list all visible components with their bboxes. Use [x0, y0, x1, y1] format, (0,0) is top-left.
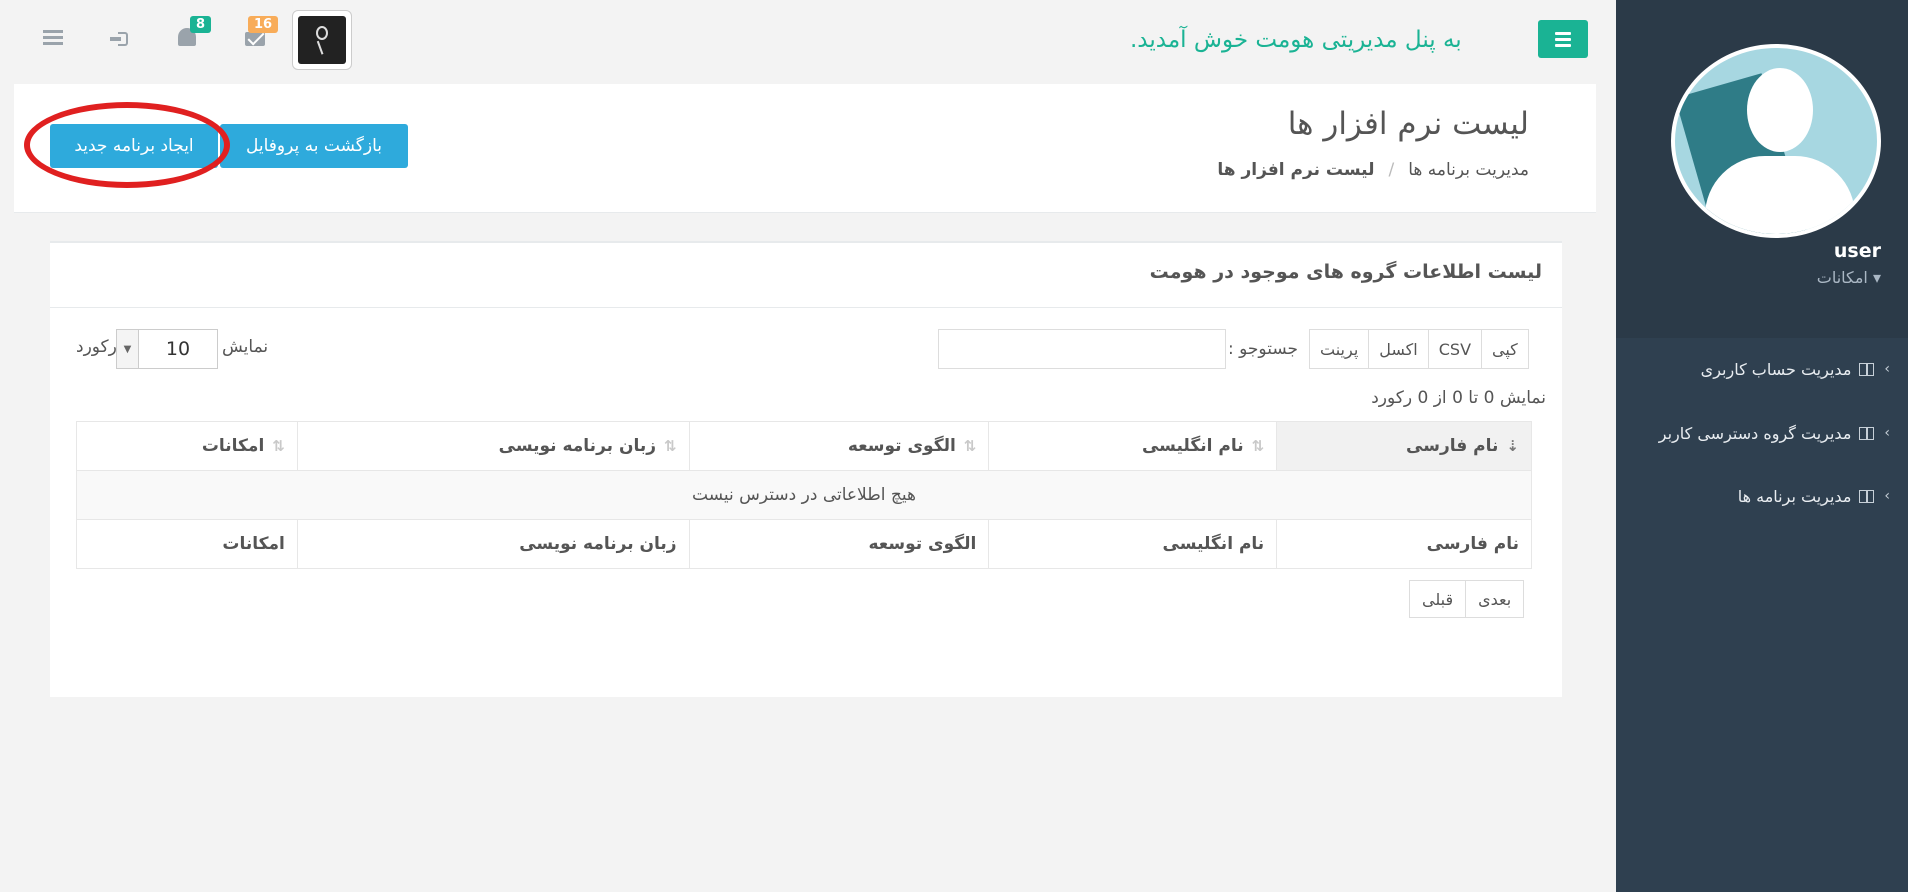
- table-info: نمایش 0 تا 0 از 0 رکورد: [1371, 388, 1546, 408]
- sidebar-item-label: مدیریت گروه دسترسی کاربر: [1658, 423, 1852, 443]
- records-label: رکورد: [76, 337, 117, 357]
- copy-button[interactable]: کپی: [1481, 329, 1529, 369]
- content-box: لیست اطلاعات گروه های موجود در هومت کپی …: [50, 241, 1562, 697]
- columns-icon: [1859, 489, 1875, 503]
- page-title: لیست نرم افزار ها: [1287, 106, 1529, 142]
- next-page-button[interactable]: بعدی: [1465, 580, 1525, 618]
- footer-dev-pattern: الگوی توسعه: [688, 519, 990, 569]
- page-heading: لیست نرم افزار ها مدیریت برنامه ها / لیس…: [14, 84, 1596, 213]
- sidebar-item-label: مدیریت برنامه ها: [1737, 486, 1852, 506]
- column-header-actions[interactable]: ⇅امکانات: [76, 421, 298, 471]
- footer-persian-name: نام فارسی: [1276, 519, 1532, 569]
- page-length-value: 10: [165, 338, 191, 360]
- welcome-text: به پنل مدیریتی هومت خوش آمدید.: [1130, 27, 1462, 53]
- table-footer-row: نام فارسی نام انگلیسی الگوی توسعه زبان ب…: [76, 519, 1532, 569]
- sort-icon: ⇅: [1251, 437, 1265, 455]
- sidebar: user امکانات ▾ مدیریت حساب کاربری ‹ مدیر…: [1616, 0, 1908, 892]
- column-header-language[interactable]: ⇅زبان برنامه نویسی: [296, 421, 690, 471]
- column-header-english-name[interactable]: ⇅نام انگلیسی: [988, 421, 1278, 471]
- back-to-profile-button[interactable]: بازگشت به پروفایل: [220, 124, 408, 168]
- chevron-left-icon: ‹: [1884, 425, 1890, 441]
- sidebar-item-label: مدیریت حساب کاربری: [1700, 359, 1852, 379]
- chevron-down-icon: ▼: [117, 330, 139, 368]
- sort-icon: ⇅: [272, 437, 285, 455]
- table-row: هیچ اطلاعاتی در دسترس نیست: [76, 470, 1532, 520]
- export-buttons: کپی CSV اکسل پرینت: [1309, 329, 1529, 369]
- breadcrumb: مدیریت برنامه ها / لیست نرم افزار ها: [1217, 160, 1529, 180]
- columns-icon: [1859, 362, 1875, 376]
- sort-icon: ⇅: [664, 437, 677, 455]
- breadcrumb-item-programs[interactable]: مدیریت برنامه ها: [1408, 160, 1529, 180]
- print-button[interactable]: پرینت: [1309, 329, 1370, 369]
- notifications-badge: 8: [190, 16, 212, 33]
- box-title: لیست اطلاعات گروه های موجود در هومت: [1149, 261, 1542, 283]
- breadcrumb-separator: /: [1388, 160, 1395, 180]
- user-menu-dropdown[interactable]: امکانات ▾: [1817, 268, 1881, 287]
- topbar: به پنل مدیریتی هومت خوش آمدید. 16 8: [0, 0, 1616, 82]
- tasks-icon[interactable]: [43, 30, 63, 46]
- sign-out-icon[interactable]: [110, 32, 128, 46]
- chevron-left-icon: ‹: [1884, 361, 1890, 377]
- empty-message: هیچ اطلاعاتی در دسترس نیست: [76, 470, 1532, 520]
- profile-area: user امکانات ▾: [1616, 0, 1908, 338]
- footer-actions: امکانات: [76, 519, 298, 569]
- sidebar-item-programs[interactable]: مدیریت برنامه ها ‹: [1616, 481, 1908, 511]
- excel-button[interactable]: اکسل: [1368, 329, 1429, 369]
- csv-button[interactable]: CSV: [1427, 329, 1483, 369]
- pagination: بعدی قبلی: [1409, 580, 1525, 618]
- search-input[interactable]: [938, 329, 1226, 369]
- table-header-row: ⇣نام فارسی ⇅نام انگلیسی ⇅الگوی توسعه ⇅زب…: [76, 421, 1532, 471]
- programs-table: ⇣نام فارسی ⇅نام انگلیسی ⇅الگوی توسعه ⇅زب…: [76, 421, 1532, 569]
- columns-icon: [1859, 426, 1875, 440]
- column-header-persian-name[interactable]: ⇣نام فارسی: [1276, 421, 1532, 471]
- menu-toggle-button[interactable]: [1538, 20, 1588, 58]
- highlight-circle-annotation: [24, 102, 230, 188]
- search-label: جستوجو :: [1228, 339, 1299, 359]
- prev-page-button[interactable]: قبلی: [1409, 580, 1467, 618]
- envelope-icon[interactable]: [245, 32, 265, 46]
- column-header-dev-pattern[interactable]: ⇅الگوی توسعه: [688, 421, 990, 471]
- footer-english-name: نام انگلیسی: [988, 519, 1278, 569]
- footer-language: زبان برنامه نویسی: [296, 519, 690, 569]
- chevron-left-icon: ‹: [1884, 488, 1890, 504]
- show-label: نمایش: [222, 337, 269, 357]
- sidebar-item-access-groups[interactable]: مدیریت گروه دسترسی کاربر ‹: [1616, 418, 1908, 448]
- sidebar-item-account[interactable]: مدیریت حساب کاربری ‹: [1616, 354, 1908, 384]
- avatar[interactable]: [1671, 44, 1881, 238]
- sort-desc-icon: ⇣: [1506, 437, 1519, 455]
- messages-badge: 16: [248, 16, 279, 33]
- username: user: [1833, 240, 1881, 262]
- sort-icon: ⇅: [963, 437, 977, 455]
- breadcrumb-item-current: لیست نرم افزار ها: [1217, 160, 1375, 180]
- divider: [50, 307, 1562, 308]
- page-length-select[interactable]: ▼ 10: [116, 329, 218, 369]
- app-logo[interactable]: [292, 10, 352, 70]
